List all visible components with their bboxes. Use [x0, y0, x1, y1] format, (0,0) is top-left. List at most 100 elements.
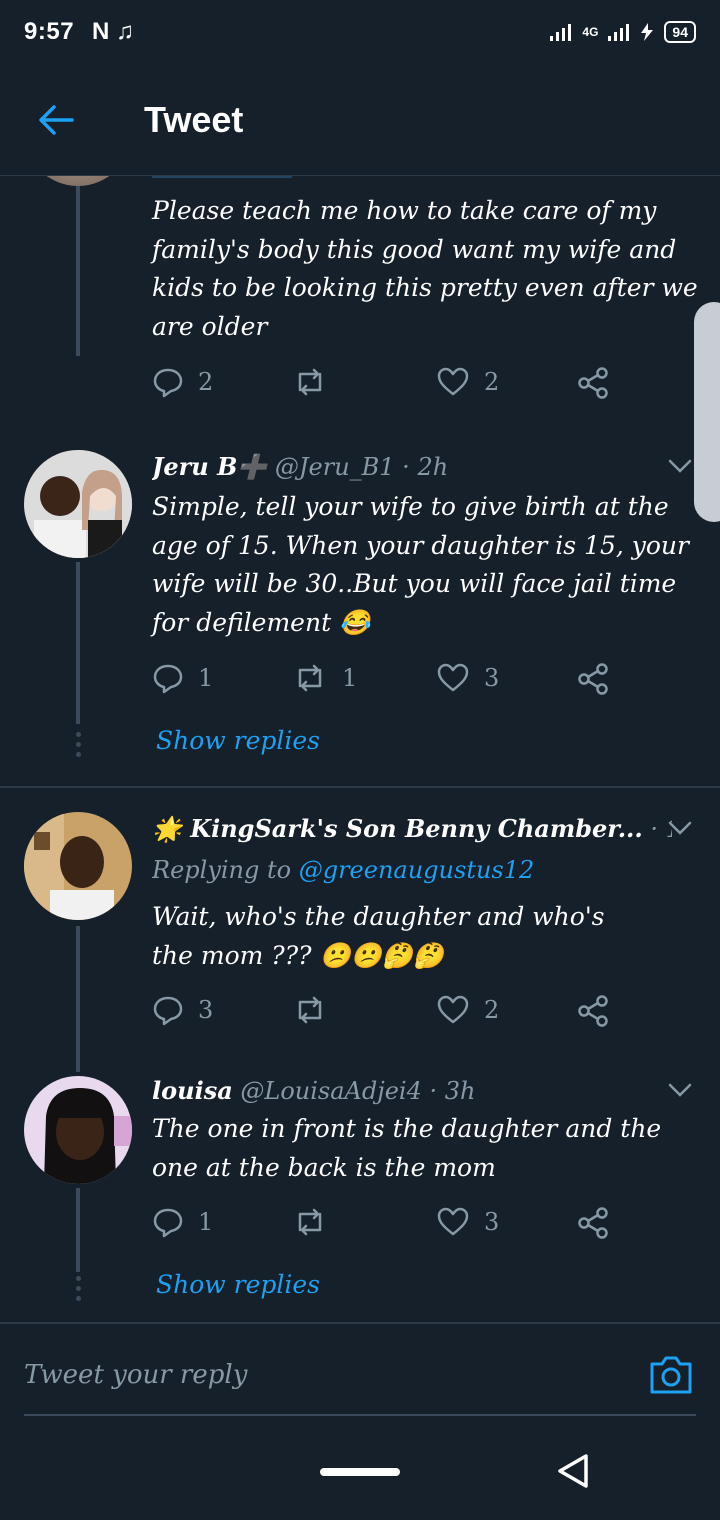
signal-icon: [550, 24, 572, 41]
retweet-icon: [298, 1208, 322, 1236]
retweet-icon: [298, 996, 322, 1024]
show-replies-link[interactable]: Show replies: [156, 726, 320, 755]
like-count: 3: [484, 1208, 500, 1236]
share-icon: [578, 663, 608, 695]
tweet-text: Simple, tell your wife to give birth at …: [152, 492, 689, 637]
like-action[interactable]: 2: [436, 994, 499, 1026]
reply-action[interactable]: 3: [152, 994, 213, 1026]
fast-scroll-handle[interactable]: [694, 302, 720, 522]
reply-composer: Tweet your reply: [0, 1322, 720, 1420]
share-action[interactable]: [576, 366, 610, 400]
nav-back-icon[interactable]: [556, 1452, 590, 1490]
tweet-actions: 3 2: [152, 994, 622, 1034]
reply-action[interactable]: 1: [152, 1206, 213, 1238]
tweet-header: 🌟 KingSark's Son Benny Chamber... · 12h: [152, 814, 672, 843]
tweet-header: louisa @LouisaAdjei4 · 3h: [152, 1076, 672, 1105]
author-name[interactable]: louisa: [152, 1076, 233, 1105]
like-action[interactable]: 3: [436, 1206, 499, 1238]
tweet-actions: 2 2: [152, 366, 622, 406]
avatar-image: [24, 812, 132, 920]
heart-icon: [437, 1207, 469, 1236]
charging-icon: [641, 23, 654, 41]
retweet-count: 1: [342, 664, 358, 692]
tweet-actions: 1 1 3: [152, 662, 622, 702]
tweet-text: Please teach me how to take care of my f…: [152, 196, 698, 341]
tweet-actions: 1 3: [152, 1206, 622, 1246]
author-name[interactable]: 🌟 KingSark's Son Benny Chamber...: [152, 814, 643, 843]
reply-icon: [153, 996, 183, 1026]
arrow-left-icon: [39, 104, 74, 135]
retweet-action[interactable]: [292, 994, 342, 1026]
battery-level: 94: [664, 21, 696, 43]
tweet-text: The one in front is the daughter and the…: [152, 1114, 662, 1182]
page-title: Tweet: [144, 98, 244, 140]
share-action[interactable]: [576, 1206, 610, 1240]
retweet-icon: [298, 664, 322, 692]
chevron-down-icon[interactable]: [666, 814, 694, 842]
reply-count: 1: [198, 1208, 214, 1236]
reply-count: 2: [198, 368, 214, 396]
status-time: 9:57: [24, 18, 75, 45]
retweet-action[interactable]: 1: [292, 662, 357, 694]
like-action[interactable]: 2: [436, 366, 499, 398]
avatar-image: [24, 1076, 132, 1184]
input-underline: [24, 1414, 696, 1416]
reply-action[interactable]: 2: [152, 366, 213, 398]
avatar[interactable]: [24, 812, 132, 920]
reply-icon: [153, 664, 183, 694]
reply-action[interactable]: 1: [152, 662, 213, 694]
replying-to-label: Replying to: [152, 856, 299, 884]
chevron-down-icon[interactable]: [666, 452, 694, 480]
share-icon: [578, 995, 608, 1027]
back-button[interactable]: [0, 64, 112, 176]
share-icon: [578, 1207, 608, 1239]
tweet-header: Jeru B➕ @Jeru_B1 · 2h: [152, 452, 672, 481]
signal-icon-2: [608, 24, 630, 41]
reply-feed[interactable]: Please teach me how to take care of my f…: [0, 176, 720, 1322]
share-icon: [578, 367, 608, 399]
status-bar: 9:57 N ♫ 4G 94: [0, 0, 720, 64]
status-right: 4G 94: [550, 21, 696, 43]
replying-to: Replying to @greenaugustus12: [152, 856, 672, 884]
app-bar: Tweet: [0, 64, 720, 176]
avatar[interactable]: [24, 176, 132, 186]
retweet-action[interactable]: [292, 1206, 342, 1238]
reply-count: 1: [198, 664, 214, 692]
notification-icons: N ♫: [92, 18, 135, 45]
author-name[interactable]: Jeru B➕: [152, 452, 267, 481]
thread-line: [76, 186, 80, 356]
thread-dots: [72, 1276, 84, 1301]
camera-icon[interactable]: [648, 1354, 694, 1396]
author-handle[interactable]: @LouisaAdjei4 · 3h: [240, 1077, 475, 1105]
chevron-down-icon[interactable]: [666, 1076, 694, 1104]
partial-header: [152, 176, 292, 178]
share-action[interactable]: [576, 662, 610, 696]
avatar[interactable]: [24, 450, 132, 558]
thread-line: [76, 562, 80, 724]
author-handle[interactable]: @Jeru_B1 · 2h: [275, 453, 448, 481]
share-action[interactable]: [576, 994, 610, 1028]
avatar-image: [24, 450, 132, 558]
thread-dots: [72, 732, 84, 757]
like-action[interactable]: 3: [436, 662, 499, 694]
heart-icon: [437, 995, 469, 1024]
retweet-action[interactable]: [292, 366, 342, 398]
tweet-text: Wait, who's the daughter and who's the m…: [152, 902, 605, 970]
like-count: 3: [484, 664, 500, 692]
reply-input[interactable]: Tweet your reply: [24, 1360, 247, 1390]
thread-line: [76, 926, 80, 1072]
reply-icon: [153, 368, 183, 398]
show-replies-link[interactable]: Show replies: [156, 1270, 320, 1299]
avatar[interactable]: [24, 1076, 132, 1184]
thread-line: [76, 1188, 80, 1272]
heart-icon: [437, 367, 469, 396]
network-type: 4G: [582, 25, 599, 39]
home-gesture-bar[interactable]: [320, 1468, 400, 1476]
reply-icon: [153, 1208, 183, 1238]
reply-count: 3: [198, 996, 214, 1024]
like-count: 2: [484, 368, 500, 396]
retweet-icon: [298, 368, 322, 396]
heart-icon: [437, 663, 469, 692]
replying-to-handle[interactable]: @greenaugustus12: [299, 856, 535, 884]
like-count: 2: [484, 996, 500, 1024]
